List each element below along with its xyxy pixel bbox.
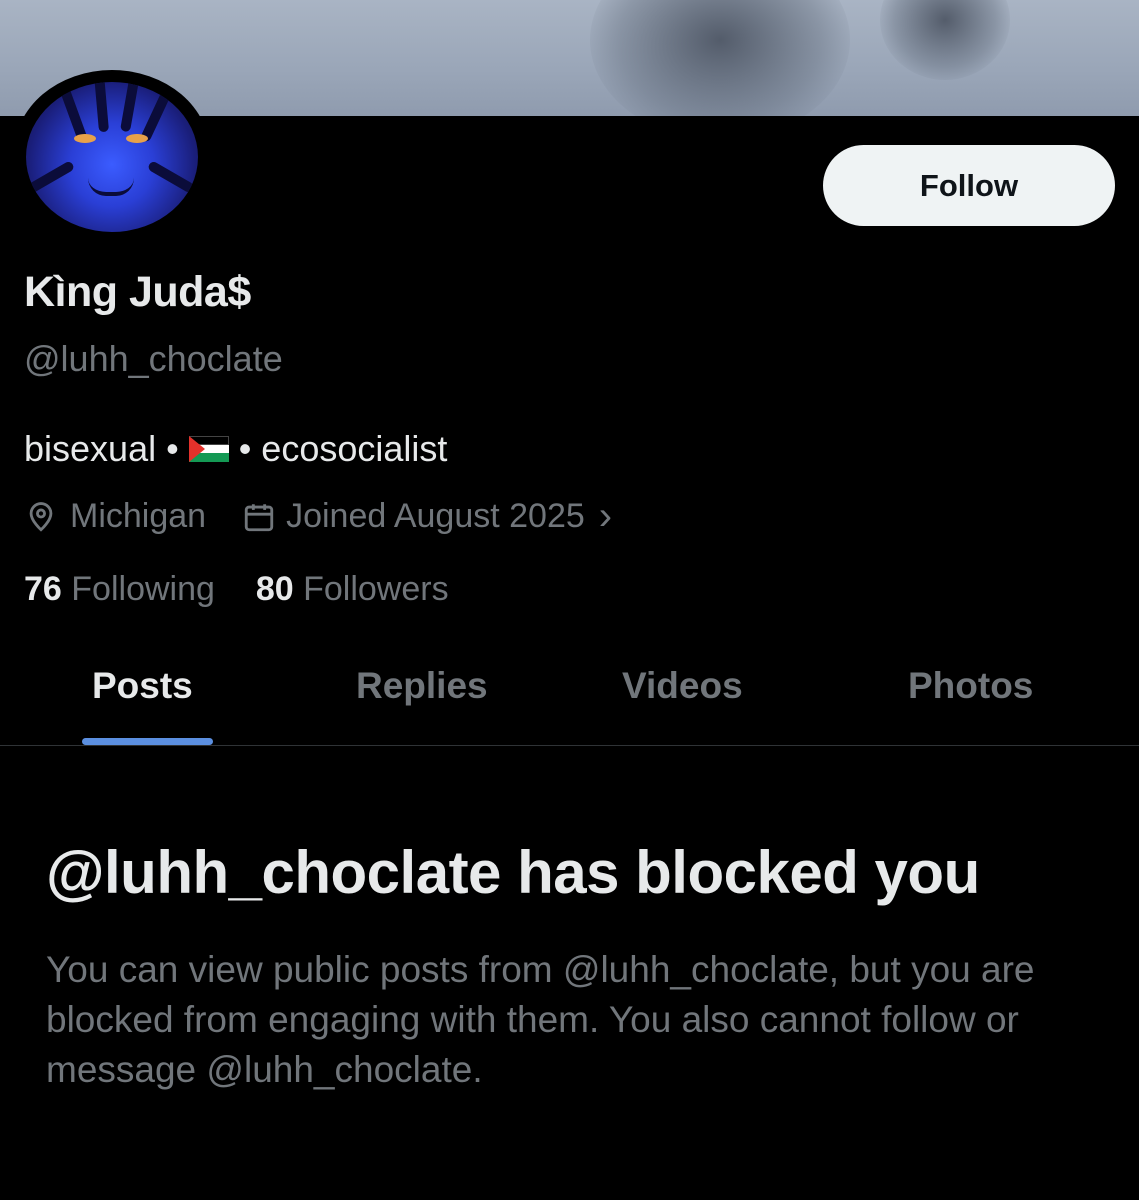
followers-label: Followers xyxy=(303,570,449,608)
profile-meta: Michigan Joined August 2025 › xyxy=(24,494,612,539)
tab-photos[interactable]: Photos xyxy=(908,665,1033,707)
banner-silhouette xyxy=(880,0,1010,80)
active-tab-indicator xyxy=(82,738,213,745)
calendar-icon xyxy=(242,500,276,534)
profile-bio: bisexual • • ecosocialist xyxy=(24,428,447,470)
following-count: 76 xyxy=(24,570,62,608)
chevron-right-icon[interactable]: › xyxy=(599,494,612,539)
follow-button[interactable]: Follow xyxy=(823,145,1115,226)
profile-handle: @luhh_choclate xyxy=(24,338,283,379)
followers-link[interactable]: 80 Followers xyxy=(256,570,449,608)
follow-stats: 76 Following 80 Followers xyxy=(24,570,449,609)
tab-posts[interactable]: Posts xyxy=(92,665,193,707)
following-link[interactable]: 76 Following xyxy=(24,570,215,608)
palestine-flag-icon xyxy=(188,436,229,462)
bio-text: • ecosocialist xyxy=(238,428,448,469)
display-name: Kìng Juda$ xyxy=(24,268,251,316)
tab-videos[interactable]: Videos xyxy=(622,665,743,707)
joined-date[interactable]: Joined August 2025 xyxy=(286,497,585,536)
tabs-divider xyxy=(0,745,1139,746)
location-icon xyxy=(24,500,58,534)
profile-location: Michigan xyxy=(70,497,207,535)
followers-count: 80 xyxy=(255,570,294,608)
following-label: Following xyxy=(71,570,215,608)
bio-text: bisexual • xyxy=(24,428,179,469)
avatar[interactable] xyxy=(26,82,198,232)
banner-silhouette xyxy=(590,0,850,116)
blocked-notice-title: @luhh_choclate has blocked you xyxy=(46,839,980,906)
blocked-notice-description: You can view public posts from @luhh_cho… xyxy=(46,949,1035,1090)
tab-replies[interactable]: Replies xyxy=(356,665,488,707)
